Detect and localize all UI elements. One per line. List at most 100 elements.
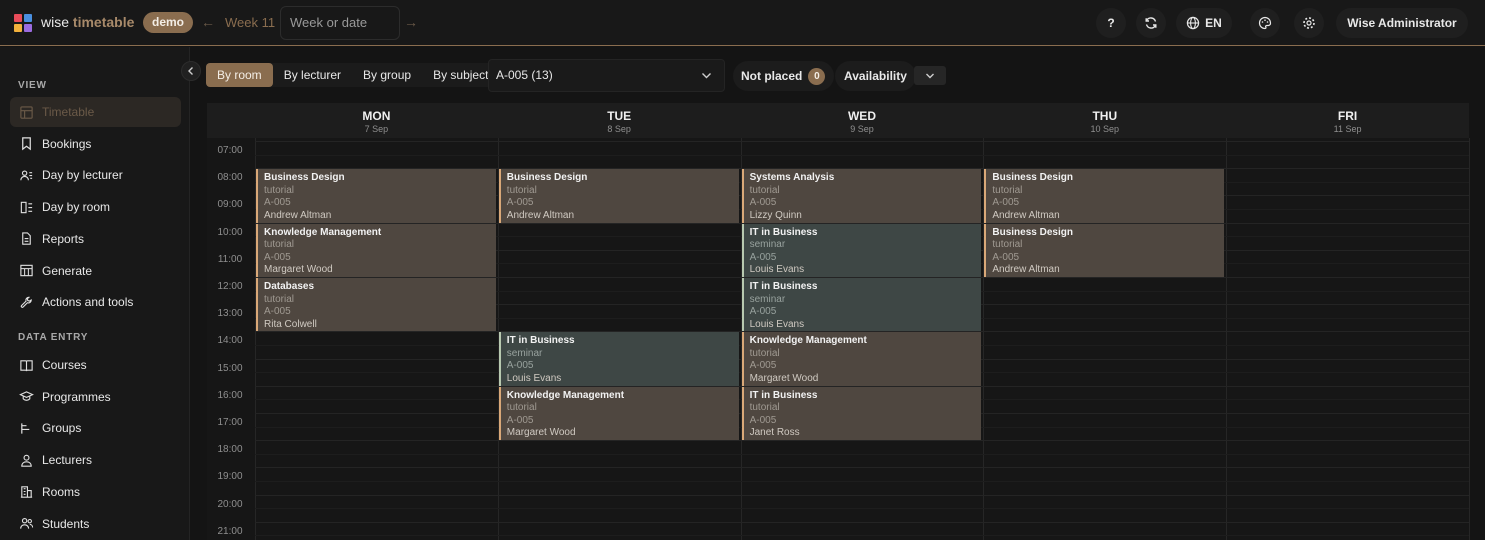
event-kind: tutorial <box>749 347 780 359</box>
next-week-arrow-icon[interactable]: → <box>404 14 418 30</box>
sidebar-item-generate[interactable]: Generate <box>10 256 181 286</box>
app-title[interactable]: wise timetable <box>41 14 134 30</box>
event-room: A-005 <box>506 360 534 372</box>
day-name: THU <box>1092 109 1118 123</box>
event-kind: tutorial <box>264 184 295 196</box>
demo-badge: demo <box>143 12 194 33</box>
theme-button[interactable] <box>1250 8 1280 38</box>
sidebar-item-label: Courses <box>42 358 87 372</box>
sidebar: VIEW Timetable Bookings Day by lecturer Day… <box>0 47 190 540</box>
timetable-event[interactable]: Business Design tutorial A-005 Andrew Altma… <box>498 169 739 223</box>
sidebar-item-actions-and-tools[interactable]: Actions and tools <box>10 287 181 317</box>
day-date: 8 Sep <box>607 124 631 134</box>
day-date: 7 Sep <box>364 124 389 134</box>
hour-label: 14:00 <box>217 335 243 347</box>
help-button[interactable]: ? <box>1096 8 1126 38</box>
column-divider <box>1226 138 1228 540</box>
event-title: IT in Business <box>749 281 818 292</box>
timetable-event[interactable]: IT in Business seminar A-005 Louis Evans <box>741 278 982 332</box>
settings-button[interactable] <box>1294 8 1324 38</box>
previous-week-arrow-icon[interactable]: ← <box>201 14 215 30</box>
tab-by-group[interactable]: By group <box>352 63 422 87</box>
hour-label: 11:00 <box>217 253 243 265</box>
top-bar: wise timetable demo ← Week 11 Week or da… <box>0 0 1485 46</box>
user-menu-button[interactable]: Wise Administrator <box>1336 8 1468 38</box>
event-title: Systems Analysis <box>749 172 835 184</box>
language-code: EN <box>1205 16 1222 30</box>
event-lecturer: Margaret Wood <box>264 264 333 276</box>
timetable-event[interactable]: Knowledge Management tutorial A-005 Margare… <box>741 332 982 386</box>
sidebar-item-groups[interactable]: Groups <box>10 413 181 443</box>
groups-icon <box>18 420 34 436</box>
not-placed-count-badge: 0 <box>808 67 826 85</box>
availability-dropdown-button[interactable] <box>914 66 946 85</box>
tab-by-room[interactable]: By room <box>206 63 273 87</box>
gear-icon <box>1303 17 1315 29</box>
hour-label: 07:00 <box>217 145 243 156</box>
timetable-event[interactable]: IT in Business seminar A-005 Louis Evans <box>498 332 739 386</box>
event-title: Knowledge Management <box>506 389 625 401</box>
event-kind: tutorial <box>992 184 1023 196</box>
logo-square <box>14 14 22 22</box>
half-hour-gridline <box>255 154 1469 156</box>
sidebar-item-label: Actions and tools <box>42 295 134 310</box>
hour-gridline <box>255 141 1469 142</box>
event-lecturer: Janet Ross <box>749 427 800 439</box>
not-placed-button[interactable]: Not placed 0 <box>733 61 835 91</box>
availability-button[interactable]: Availability <box>835 61 916 91</box>
day-date: 11 Sep <box>1333 124 1362 134</box>
event-title: Business Design <box>506 172 588 184</box>
column-divider <box>1469 138 1470 540</box>
timetable-event[interactable]: Databases tutorial A-005 Rita Colwell <box>256 278 496 332</box>
brand-word-2: timetable <box>72 14 135 30</box>
help-icon: ? <box>1107 16 1115 30</box>
event-room: A-005 <box>749 414 777 426</box>
event-room: A-005 <box>992 251 1020 263</box>
sidebar-item-day-by-lecturer[interactable]: Day by lecturer <box>10 160 181 190</box>
sidebar-item-students[interactable]: Students <box>10 509 181 539</box>
week-or-date-input[interactable]: Week or date <box>280 6 400 40</box>
half-hour-gridline <box>255 481 1469 482</box>
day-name: WED <box>847 109 876 123</box>
event-lecturer: Louis Evans <box>506 372 562 384</box>
hour-label: 10:00 <box>217 226 243 238</box>
chevron-left-icon <box>188 67 193 75</box>
timetable-event[interactable]: Business Design tutorial A-005 Andrew Altma… <box>256 169 496 223</box>
language-button[interactable]: EN <box>1176 8 1232 38</box>
sidebar-item-lecturers[interactable]: Lecturers <box>10 445 181 475</box>
timetable-event[interactable]: IT in Business tutorial A-005 Janet Ross <box>741 386 982 441</box>
room-select-value: A-005 (13) <box>496 68 553 82</box>
sidebar-item-day-by-room[interactable]: Day by room <box>10 192 181 222</box>
timetable-event[interactable]: Business Design tutorial A-005 Andrew Altma… <box>984 169 1225 223</box>
timetable-event[interactable]: Knowledge Management tutorial A-005 Margare… <box>256 223 496 277</box>
tab-by-lecturer[interactable]: By lecturer <box>273 63 352 87</box>
room-list-icon <box>18 199 34 215</box>
sidebar-item-label: Bookings <box>42 136 92 151</box>
building-icon <box>18 484 34 500</box>
sidebar-item-reports[interactable]: Reports <box>10 224 181 254</box>
event-kind: seminar <box>749 293 786 305</box>
timetable-event[interactable]: Systems Analysis tutorial A-005 Lizzy Quinn <box>741 169 982 223</box>
person-icon <box>18 452 34 468</box>
sidebar-item-label: Groups <box>42 421 82 436</box>
hour-label: 08:00 <box>217 172 243 184</box>
view-mode-tabs: By room By lecturer By group By subject <box>206 63 500 87</box>
sidebar-item-rooms[interactable]: Rooms <box>10 477 181 507</box>
timetable-event[interactable]: Business Design tutorial A-005 Andrew Altma… <box>984 223 1225 277</box>
sidebar-item-timetable[interactable]: Timetable <box>10 97 181 127</box>
sidebar-item-courses[interactable]: Courses <box>10 350 181 380</box>
day-name: MON <box>362 109 391 123</box>
timetable-event[interactable]: IT in Business seminar A-005 Louis Evans <box>741 223 982 277</box>
event-title: IT in Business <box>506 335 575 347</box>
sidebar-item-programmes[interactable]: Programmes <box>10 382 181 412</box>
collapse-sidebar-button[interactable] <box>181 61 201 81</box>
sidebar-item-bookings[interactable]: Bookings <box>10 129 181 159</box>
hour-label: 20:00 <box>217 498 243 510</box>
half-hour-gridline <box>255 508 1469 510</box>
refresh-button[interactable] <box>1136 8 1166 38</box>
app-logo-icon[interactable] <box>14 14 32 32</box>
day-header-mon: MON 7 Sep <box>255 103 498 138</box>
hour-label: 18:00 <box>217 444 243 456</box>
room-select[interactable]: A-005 (13) <box>488 59 725 92</box>
timetable-event[interactable]: Knowledge Management tutorial A-005 Margare… <box>498 386 739 441</box>
